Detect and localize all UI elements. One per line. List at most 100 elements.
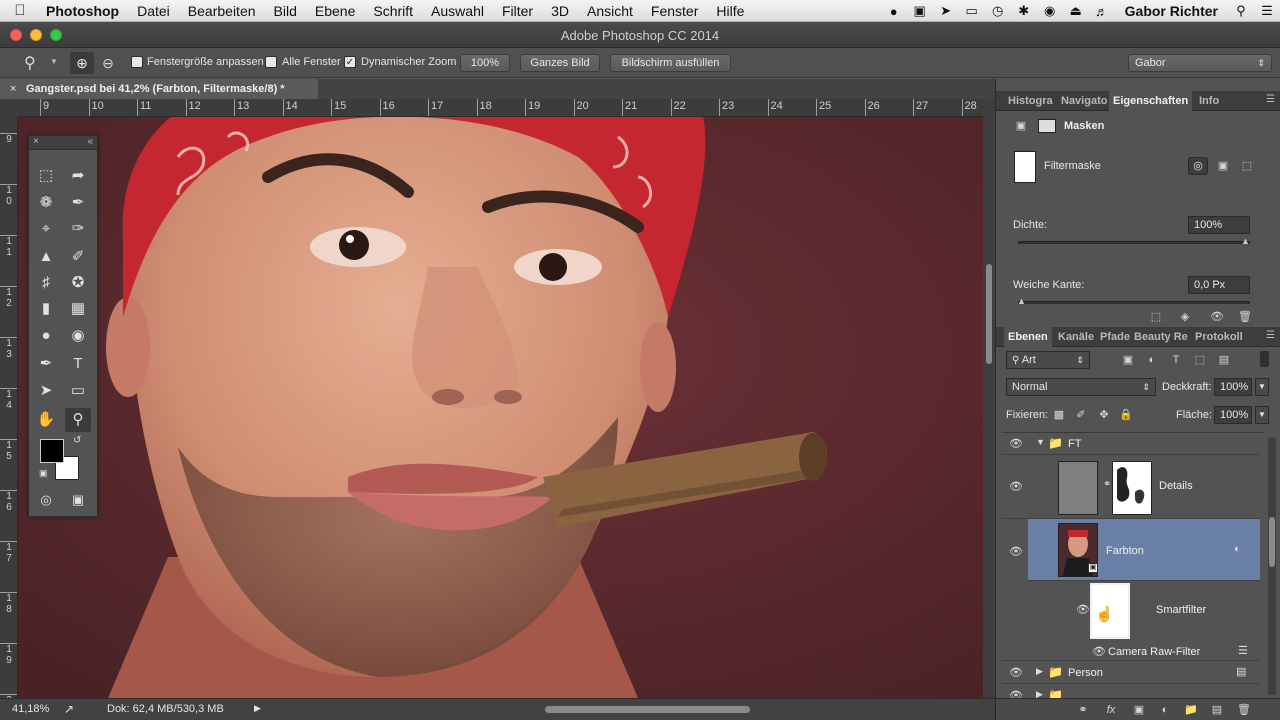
layer-style-fx-icon[interactable]: fx (1104, 703, 1118, 717)
tab-navigator[interactable]: Navigato (1061, 91, 1107, 111)
notification-list-icon[interactable]: ☰ (1254, 3, 1280, 19)
apple-icon[interactable]:  (0, 2, 40, 19)
layer-group-ft[interactable]: 👁 ▼ 📁 FT (1002, 433, 1260, 455)
density-slider-handle[interactable]: ▲ (1241, 236, 1250, 246)
link-icon[interactable]: ⚭ (1103, 479, 1111, 490)
filter-adjustment-icon[interactable]: ◐ (1145, 353, 1159, 367)
airplay-icon[interactable]: ▭ (959, 3, 985, 19)
full-image-button[interactable]: Ganzes Bild (520, 54, 600, 72)
dodge-tool-icon[interactable]: ◉ (65, 324, 91, 348)
filter-toggle-switch[interactable] (1260, 351, 1269, 367)
close-panel-icon[interactable]: × (33, 136, 39, 147)
select-mask-icon[interactable]: ◎ (1188, 157, 1208, 175)
export-icon[interactable]: ↗ (64, 702, 74, 716)
bowler-hat-icon[interactable]: ● (881, 4, 907, 19)
healing-brush-tool-icon[interactable]: ▲ (33, 245, 59, 269)
fill-input[interactable]: 100% (1214, 406, 1252, 424)
pixel-mask-icon[interactable]: ▣ (1014, 119, 1028, 133)
swap-colors-icon[interactable]: ↺ (73, 435, 81, 446)
menu-ansicht[interactable]: Ansicht (578, 3, 642, 19)
eyedropper-tool-icon[interactable]: ✑ (65, 217, 91, 241)
menu-datei[interactable]: Datei (128, 3, 179, 19)
layer-group-person[interactable]: 👁 ▶ 📁 Person ▤ (1002, 662, 1260, 684)
visibility-eye-icon[interactable]: 👁 (1008, 666, 1024, 679)
layer-farbton[interactable]: ▣ Farbton ◐ (1028, 519, 1260, 581)
visibility-eye-icon[interactable]: 👁 (1008, 545, 1024, 558)
collapse-panel-icon[interactable]: « (87, 136, 93, 147)
add-pixel-mask-icon[interactable]: ▣ (1216, 159, 1230, 173)
marquee-tool-icon[interactable]: ⬚ (33, 164, 59, 188)
fit-window-checkbox[interactable] (131, 56, 143, 68)
tab-beauty-retouch[interactable]: Beauty Re (1134, 327, 1188, 347)
hand-tool-icon[interactable]: ✋ (33, 408, 59, 432)
lasso-tool-icon[interactable]: ❁ (33, 191, 59, 215)
type-tool-icon[interactable]: T (65, 352, 91, 376)
crop-tool-icon[interactable]: ⌖ (33, 217, 59, 241)
load-selection-icon[interactable]: ⬚ (1149, 310, 1163, 324)
link-layers-icon[interactable]: ⚭ (1076, 703, 1090, 717)
tools-panel-header[interactable]: × « (29, 136, 97, 150)
menu-filter[interactable]: Filter (493, 3, 542, 19)
menu-app-photoshop[interactable]: Photoshop (40, 3, 128, 19)
smart-filter-mask-thumbnail[interactable]: ☝ (1090, 583, 1130, 639)
vertical-scroll-thumb[interactable] (986, 264, 992, 364)
gradient-tool-icon[interactable]: ▦ (65, 297, 91, 321)
status-menu-arrow-icon[interactable]: ▶ (254, 703, 261, 714)
layers-panel-menu-icon[interactable]: ☰ (1266, 330, 1275, 341)
panel-menu-icon[interactable]: ☰ (1266, 94, 1275, 105)
feather-slider-handle[interactable]: ▲ (1017, 296, 1026, 306)
tab-layers[interactable]: Ebenen (1004, 327, 1052, 347)
display-icon[interactable]: ▣ (907, 3, 933, 19)
menu-3d[interactable]: 3D (542, 3, 578, 19)
canvas-vertical-scrollbar[interactable] (983, 99, 995, 698)
new-adjustment-layer-icon[interactable]: ◐ (1158, 703, 1172, 717)
new-group-icon[interactable]: 📁 (1184, 703, 1198, 717)
layer-details[interactable]: 👁 ⚭ Details (1002, 455, 1260, 519)
horizontal-scroll-thumb[interactable] (545, 706, 750, 713)
delete-mask-icon[interactable]: 🗑 (1238, 310, 1252, 324)
layer-smartfilter[interactable]: 👁 ☝ Smartfilter (1002, 581, 1260, 643)
visibility-eye-icon[interactable]: 👁 (1092, 645, 1106, 658)
bluetooth-icon[interactable]: ✱ (1011, 3, 1037, 19)
new-layer-icon[interactable]: ▤ (1210, 703, 1224, 717)
preset-dropdown-icon[interactable]: ▼ (50, 57, 58, 66)
lock-all-icon[interactable]: 🔒 (1119, 408, 1133, 422)
zoom-100-button[interactable]: 100% (460, 54, 510, 72)
filter-type-icon[interactable]: T (1169, 353, 1183, 367)
delete-layer-icon[interactable]: 🗑 (1237, 703, 1251, 717)
toggle-mask-visibility-icon[interactable]: 👁 (1210, 310, 1224, 324)
zoom-out-icon[interactable]: ⊖ (98, 52, 118, 74)
fill-dropdown-icon[interactable]: ▼ (1255, 406, 1269, 424)
zoom-tool-icon[interactable]: ⚲ (65, 408, 91, 432)
fill-screen-button[interactable]: Bildschirm ausfüllen (610, 54, 731, 72)
zoom-level[interactable]: 41,18% (12, 703, 49, 715)
lock-image-pixels-icon[interactable]: ✐ (1074, 408, 1088, 422)
apply-mask-icon[interactable]: ◈ (1178, 310, 1192, 324)
lock-transparent-pixels-icon[interactable]: ▩ (1052, 408, 1066, 422)
tab-channels[interactable]: Kanäle (1058, 327, 1094, 347)
eject-icon[interactable]: ⏏ (1063, 3, 1089, 19)
filter-options-icon[interactable]: ☰ (1238, 644, 1248, 657)
menu-auswahl[interactable]: Auswahl (422, 3, 493, 19)
tab-properties[interactable]: Eigenschaften (1109, 91, 1193, 111)
visibility-eye-icon[interactable]: 👁 (1076, 603, 1090, 616)
filter-camera-raw[interactable]: 👁 Camera Raw-Filter ☰ (1002, 643, 1260, 661)
opacity-input[interactable]: 100% (1214, 378, 1252, 396)
path-selection-tool-icon[interactable]: ➤ (33, 379, 59, 403)
tab-paths[interactable]: Pfade (1100, 327, 1130, 347)
tab-histogram[interactable]: Histogra (1008, 91, 1053, 111)
feather-input[interactable]: 0,0 Px (1188, 276, 1250, 294)
vertical-ruler[interactable]: 91011121314151617181920 (0, 117, 18, 698)
zoom-tool-preset-icon[interactable]: ⚲ (24, 53, 36, 73)
all-windows-checkbox[interactable] (265, 56, 277, 68)
tab-info[interactable]: Info (1199, 91, 1219, 111)
smart-filter-icon[interactable]: ◐ (1234, 543, 1241, 555)
document-tab[interactable]: × Gangster.psd bei 41,2% (Farbton, Filte… (0, 79, 318, 99)
opacity-dropdown-icon[interactable]: ▼ (1255, 378, 1269, 396)
add-mask-icon[interactable]: ▣ (1132, 703, 1146, 717)
menu-hilfe[interactable]: Hilfe (707, 3, 753, 19)
time-machine-icon[interactable]: ◷ (985, 3, 1011, 19)
default-colors-icon[interactable]: ▣ (39, 468, 48, 479)
menu-ebene[interactable]: Ebene (306, 3, 364, 19)
vector-mask-icon[interactable] (1038, 119, 1056, 133)
